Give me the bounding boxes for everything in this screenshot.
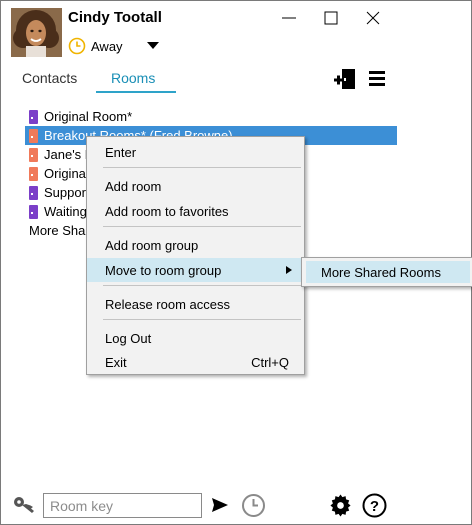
menu-item-move-to-room-group[interactable]: Move to room group xyxy=(87,258,304,282)
menu-separator xyxy=(103,167,301,168)
key-icon xyxy=(14,497,34,513)
menu-item-exit[interactable]: Exit Ctrl+Q xyxy=(87,350,304,374)
menu-separator xyxy=(103,226,301,227)
room-label: Origina xyxy=(44,166,86,181)
menu-item-add-room[interactable]: Add room xyxy=(87,174,304,198)
tab-contacts[interactable]: Contacts xyxy=(22,70,77,86)
add-room-icon[interactable] xyxy=(333,67,357,91)
hamburger-menu-icon[interactable] xyxy=(367,68,387,88)
active-tab-indicator xyxy=(96,91,176,93)
room-door-icon xyxy=(29,204,38,219)
room-label: Waiting xyxy=(44,204,87,219)
minimize-icon[interactable] xyxy=(280,9,298,27)
submenu: More Shared Rooms xyxy=(301,257,472,287)
away-clock-icon xyxy=(68,37,86,55)
status-dropdown-icon[interactable] xyxy=(146,41,160,51)
room-label: Suppor xyxy=(44,185,86,200)
room-label: Original Room* xyxy=(44,109,133,124)
menu-separator xyxy=(103,319,301,320)
menu-item-add-room-favorites[interactable]: Add room to favorites xyxy=(87,199,304,223)
room-door-icon xyxy=(29,147,38,162)
status-text: Away xyxy=(91,38,123,54)
menu-item-release-room-access[interactable]: Release room access xyxy=(87,292,304,316)
send-icon[interactable] xyxy=(210,495,230,515)
room-key-input[interactable] xyxy=(43,493,202,518)
svg-text:?: ? xyxy=(370,498,379,515)
gear-icon[interactable] xyxy=(329,494,352,517)
room-door-icon xyxy=(29,185,38,200)
maximize-icon[interactable] xyxy=(322,9,340,27)
room-group-label: More Shar xyxy=(29,223,90,238)
submenu-arrow-icon xyxy=(286,266,292,274)
user-name: Cindy Tootall xyxy=(68,9,162,26)
menu-item-log-out[interactable]: Log Out xyxy=(87,326,304,350)
room-door-icon xyxy=(29,166,38,181)
menu-separator xyxy=(103,285,301,286)
menu-item-label: Exit xyxy=(105,354,127,370)
context-menu: Enter Add room Add room to favorites Add… xyxy=(86,136,305,375)
menu-item-enter[interactable]: Enter xyxy=(87,140,304,164)
menu-shortcut: Ctrl+Q xyxy=(251,354,289,370)
submenu-item-more-shared-rooms[interactable]: More Shared Rooms xyxy=(306,261,470,283)
room-door-icon xyxy=(29,109,38,124)
avatar[interactable] xyxy=(11,8,62,57)
menu-item-add-room-group[interactable]: Add room group xyxy=(87,233,304,257)
app-window: Cindy Tootall Away Contacts Rooms Origin… xyxy=(0,0,472,525)
help-icon[interactable]: ? xyxy=(362,493,387,518)
room-item[interactable]: Original Room* xyxy=(25,107,397,126)
room-door-icon xyxy=(29,128,38,143)
status-selector[interactable]: Away xyxy=(68,37,123,55)
clock-history-icon[interactable] xyxy=(241,493,266,518)
close-icon[interactable] xyxy=(364,9,382,27)
menu-item-label: Move to room group xyxy=(105,262,222,278)
tab-rooms[interactable]: Rooms xyxy=(111,70,155,86)
